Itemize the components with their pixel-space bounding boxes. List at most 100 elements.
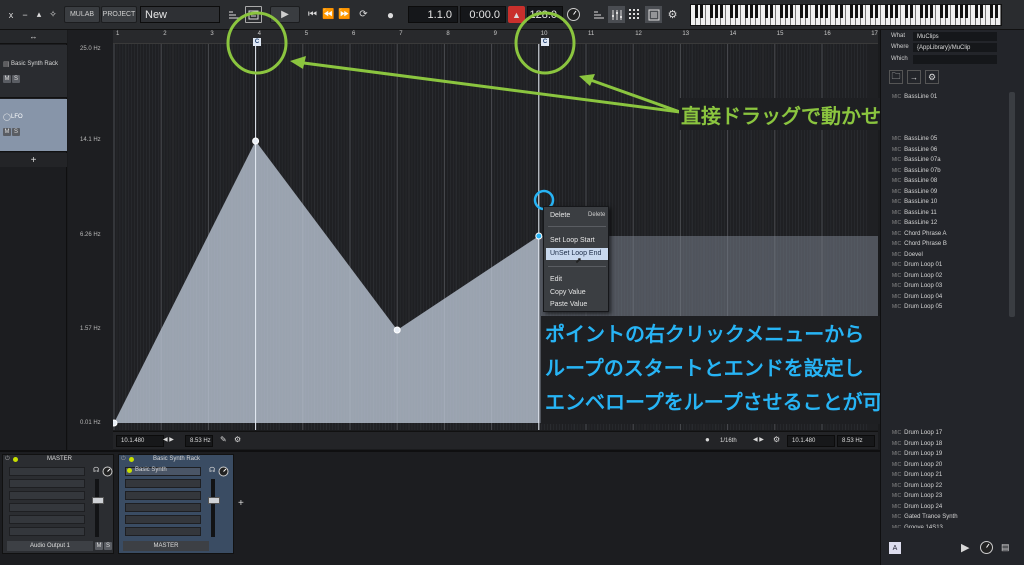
browser-item[interactable]: MIC BassLine 07b	[892, 168, 941, 174]
menu-item-paste-value[interactable]: Paste Value	[550, 301, 587, 308]
browser-item-label: Chord Phrase A	[904, 230, 947, 237]
browser-item[interactable]: MIC BassLine 08	[892, 178, 937, 184]
browser-item[interactable]: MIC BassLine 10	[892, 199, 937, 205]
menu-item-delete[interactable]: Delete	[550, 212, 570, 219]
browser-gear-icon[interactable]: ⚙	[925, 70, 939, 84]
browser-item[interactable]: MIC BassLine 07a	[892, 157, 941, 163]
browser-item[interactable]: MIC BassLine 09	[892, 189, 937, 195]
instrument-name: Basic Synth	[135, 467, 167, 473]
insert-slot[interactable]	[9, 503, 85, 512]
browser-item[interactable]: MIC Groove 14S13	[892, 525, 943, 529]
muclip-icon: MIC	[892, 178, 902, 184]
browser-item[interactable]: MIC Drum Loop 02	[892, 273, 942, 279]
insert-slot[interactable]	[125, 479, 201, 488]
headphone-icon[interactable]: ☊	[209, 466, 215, 474]
insert-slot[interactable]	[125, 491, 201, 500]
insert-slot[interactable]	[9, 527, 85, 536]
insert-slot[interactable]	[9, 479, 85, 488]
muclip-icon: MIC	[892, 283, 902, 289]
muclip-icon: MIC	[892, 440, 902, 447]
browser-item[interactable]: MIC Drum Loop 24	[892, 504, 942, 510]
muclip-icon: MIC	[892, 230, 902, 237]
waveform-icon[interactable]: ▤	[1001, 542, 1010, 553]
headphone-icon[interactable]: ☊	[93, 466, 99, 474]
browser-item[interactable]: MIC BassLine 01	[892, 94, 937, 100]
browser-item[interactable]: MIC Drum Loop 17	[892, 430, 942, 436]
insert-slot[interactable]	[9, 467, 85, 476]
browser-item[interactable]: MIC Gated Trance Synth	[892, 514, 958, 520]
browser-search-field[interactable]: A	[889, 542, 901, 554]
insert-slot[interactable]	[9, 515, 85, 524]
browser-item[interactable]: MIC Doevel	[892, 252, 923, 258]
grid-arrows-icon[interactable]: ◀ ▶	[753, 436, 764, 443]
folder-icon[interactable]: 🗀	[889, 70, 903, 84]
insert-slot[interactable]	[9, 491, 85, 500]
browser-item-label: BassLine 07b	[904, 167, 941, 174]
insert-slot[interactable]	[125, 515, 201, 524]
muclip-icon: MIC	[892, 524, 902, 529]
value-field-right[interactable]: 8.53 Hz	[837, 435, 875, 447]
browser-list[interactable]: MIC BassLine 01 MIC BassLine 05 MIC BassLine …	[888, 92, 1006, 528]
browser-item-label: BassLine 01	[904, 94, 938, 100]
browser-item[interactable]: MIC BassLine 06	[892, 147, 937, 153]
menu-item-set-loop-start[interactable]: Set Loop Start	[550, 237, 595, 244]
browser-item[interactable]: MIC BassLine 12	[892, 220, 937, 226]
volume-fader[interactable]	[208, 497, 220, 504]
preview-volume-knob-icon[interactable]	[979, 540, 994, 555]
mute-button[interactable]: M	[95, 542, 103, 550]
browser-item-label: Chord Phrase B	[904, 241, 947, 247]
position-field-right[interactable]: 10.1.480	[787, 435, 835, 447]
value-field-left[interactable]: 8.53 Hz	[185, 435, 213, 447]
muclip-icon: MIC	[892, 493, 902, 499]
menu-item-copy-value[interactable]: Copy Value	[550, 289, 586, 296]
browser-item[interactable]: MIC BassLine 05	[892, 136, 937, 142]
insert-slot[interactable]	[125, 503, 201, 512]
browser-item[interactable]: MIC Drum Loop 01	[892, 262, 942, 268]
menu-item-edit[interactable]: Edit	[550, 276, 562, 283]
browser-item[interactable]: MIC Drum Loop 21	[892, 472, 942, 478]
level-meter	[211, 479, 215, 537]
preview-play-icon[interactable]: ▶	[961, 541, 969, 554]
grid-gear-icon[interactable]: ⚙	[773, 435, 780, 444]
browser-item[interactable]: MIC BassLine 11	[892, 210, 937, 216]
pencil-icon[interactable]: ✎	[220, 435, 227, 444]
which-field[interactable]	[913, 55, 997, 64]
position-field-left[interactable]: 10.1.480	[116, 435, 164, 447]
browser-scrollbar[interactable]	[1009, 92, 1015, 317]
browser-item-label: Drum Loop 21	[904, 472, 943, 478]
menu-note-line-2: ループのスタートとエンドを設定し	[545, 356, 864, 380]
import-icon[interactable]: →	[907, 70, 921, 84]
grid-field[interactable]: 1/16th	[716, 435, 750, 447]
browser-item[interactable]: MIC Drum Loop 05	[892, 304, 942, 310]
where-field[interactable]: {AppLibrary}/MuClip	[913, 43, 997, 52]
master-strip: ⏻ MASTER ☊ Audio Output 1 M S	[2, 454, 114, 554]
output-select[interactable]: MASTER	[123, 541, 209, 551]
volume-knob-icon[interactable]	[102, 466, 113, 477]
browser-item[interactable]: MIC Drum Loop 03	[892, 283, 942, 289]
solo-button[interactable]: S	[104, 542, 112, 550]
browser-item[interactable]: MIC Drum Loop 23	[892, 493, 942, 499]
muclip-icon: MIC	[892, 146, 902, 153]
add-strip-button[interactable]: +	[238, 498, 244, 509]
muclip-icon: MIC	[892, 251, 902, 258]
browser-item-label: BassLine 12	[904, 220, 938, 226]
what-field[interactable]: MuClips	[913, 32, 997, 41]
browser-item[interactable]: MIC Chord Phrase A	[892, 231, 947, 237]
power-icon[interactable]: ⏻	[121, 456, 126, 463]
power-icon[interactable]: ⏻	[5, 456, 10, 463]
browser-item[interactable]: MIC Drum Loop 22	[892, 483, 942, 489]
browser-item[interactable]: MIC Chord Phrase B	[892, 241, 947, 247]
nudge-arrows-icon[interactable]: ◀ ▶	[163, 436, 174, 443]
volume-knob-icon[interactable]	[218, 466, 229, 477]
output-select[interactable]: Audio Output 1	[7, 541, 93, 551]
browser-item-label: Gated Trance Synth	[904, 514, 958, 520]
browser-item[interactable]: MIC Drum Loop 18	[892, 441, 942, 447]
volume-fader[interactable]	[92, 497, 104, 504]
gear-icon[interactable]: ⚙	[234, 435, 241, 444]
browser-item[interactable]: MIC Drum Loop 04	[892, 294, 942, 300]
browser-item[interactable]: MIC Drum Loop 19	[892, 451, 942, 457]
which-label: Which	[891, 56, 908, 62]
browser-item[interactable]: MIC Drum Loop 20	[892, 462, 942, 468]
muclip-icon: MIC	[892, 451, 902, 457]
insert-slot[interactable]	[125, 527, 201, 536]
